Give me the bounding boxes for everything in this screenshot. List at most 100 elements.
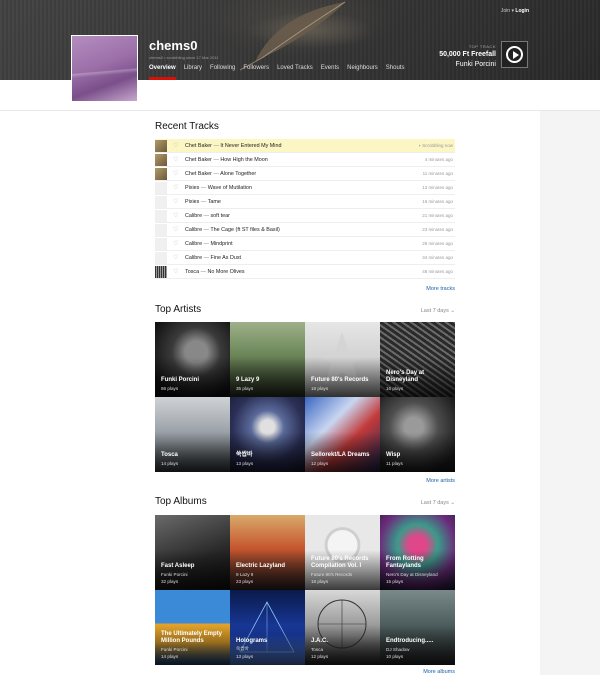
track-time: 48 minutes ago bbox=[422, 269, 453, 274]
album-artist: Tosca bbox=[311, 647, 323, 652]
track-art bbox=[155, 154, 167, 166]
album-title: Future 80's Records Compilation Vol. I bbox=[311, 556, 369, 569]
album-plays: 18 plays bbox=[311, 579, 329, 584]
top-track-label: TOP TRACK bbox=[468, 44, 496, 49]
top-albums-grid: Fast Asleep Funki Porcini 32 plays Elect… bbox=[155, 515, 455, 665]
track-name[interactable]: Pixies — Tame bbox=[185, 195, 221, 209]
artist-tile[interactable]: Tosca 14 plays bbox=[155, 397, 230, 472]
track-name[interactable]: Chet Baker — Alone Together bbox=[185, 167, 256, 181]
album-artist: 9 Lazy 9 bbox=[236, 572, 254, 577]
username[interactable]: chems0 bbox=[149, 38, 197, 53]
track-name[interactable]: Chet Baker — How High the Moon bbox=[185, 153, 268, 167]
artist-plays: 35 plays bbox=[236, 386, 254, 391]
album-title: From Rotting Fantaylands bbox=[386, 556, 424, 569]
more-artists-link[interactable]: More artists bbox=[426, 478, 455, 484]
tab-neighbours[interactable]: Neighbours bbox=[347, 65, 378, 71]
album-plays: 23 plays bbox=[236, 579, 254, 584]
track-row[interactable]: ♡ Tosca — No More Olives 48 minutes ago bbox=[155, 265, 455, 279]
tab-following[interactable]: Following bbox=[210, 65, 235, 71]
track-name[interactable]: Chet Baker — It Never Entered My Mind bbox=[185, 139, 281, 153]
track-row[interactable]: ♡ Chet Baker — Alone Together 11 minutes… bbox=[155, 167, 455, 181]
album-plays: 32 plays bbox=[161, 579, 179, 584]
albums-period-select[interactable]: Last 7 days ⌄ bbox=[421, 500, 455, 506]
heart-icon[interactable]: ♡ bbox=[173, 181, 178, 195]
heart-icon[interactable]: ♡ bbox=[173, 223, 178, 237]
artist-plays: 14 plays bbox=[161, 461, 179, 466]
album-tile[interactable]: Future 80's Records Compilation Vol. I F… bbox=[305, 515, 380, 590]
album-tile[interactable]: Endtroducing..... DJ Shadow 10 plays bbox=[380, 590, 455, 665]
chevron-down-icon: ⌄ bbox=[450, 308, 455, 314]
track-time: 21 minutes ago bbox=[422, 213, 453, 218]
track-row[interactable]: ♡ Calibre — The Cage (ft ST files & Basi… bbox=[155, 223, 455, 237]
track-row[interactable]: ♡ Chet Baker — How High the Moon 4 minut… bbox=[155, 153, 455, 167]
chevron-down-icon: ⌄ bbox=[450, 500, 455, 506]
heart-icon[interactable]: ♡ bbox=[173, 195, 178, 209]
album-artist: Nero's Day at Disneyland bbox=[386, 572, 438, 577]
artists-period-select[interactable]: Last 7 days ⌄ bbox=[421, 308, 455, 314]
album-tile[interactable]: Fast Asleep Funki Porcini 32 plays bbox=[155, 515, 230, 590]
header-divider bbox=[0, 110, 600, 111]
track-name[interactable]: Pixies — Wave of Mutilation bbox=[185, 181, 252, 195]
album-tile[interactable]: Electric Lazyland 9 Lazy 9 23 plays bbox=[230, 515, 305, 590]
artist-tile[interactable]: Sellorekt/LA Dreams 12 plays bbox=[305, 397, 380, 472]
track-row[interactable]: ♡ Calibre — Mindprint 29 minutes ago bbox=[155, 237, 455, 251]
track-row[interactable]: ♡ Chet Baker — It Never Entered My Mind … bbox=[155, 139, 455, 153]
join-link[interactable]: Join bbox=[501, 8, 510, 14]
album-tile[interactable]: Holograms 쑥쌉바 13 plays bbox=[230, 590, 305, 665]
artist-plays: 11 plays bbox=[386, 461, 403, 466]
heart-icon[interactable]: ♡ bbox=[173, 153, 178, 167]
tab-library[interactable]: Library bbox=[184, 65, 202, 71]
artist-tile[interactable]: 9 Lazy 9 35 plays bbox=[230, 322, 305, 397]
artist-name: Nero's Day at Disneyland bbox=[386, 370, 425, 383]
track-name[interactable]: Calibre — Mindprint bbox=[185, 237, 233, 251]
track-name[interactable]: Calibre — Fine As Dust bbox=[185, 251, 241, 265]
avatar[interactable] bbox=[71, 35, 138, 102]
tab-shouts[interactable]: Shouts bbox=[386, 65, 405, 71]
track-name[interactable]: Calibre — The Cage (ft ST files & Basil) bbox=[185, 223, 280, 237]
tab-overview[interactable]: Overview bbox=[149, 65, 176, 71]
top-links: Join ▾ Login bbox=[501, 8, 529, 14]
more-albums-link[interactable]: More albums bbox=[423, 669, 455, 675]
album-title: Fast Asleep bbox=[161, 563, 195, 569]
album-tile[interactable]: The Ultimately Empty Million Pounds Funk… bbox=[155, 590, 230, 665]
track-art bbox=[155, 182, 167, 194]
track-row[interactable]: ♡ Pixies — Wave of Mutilation 13 minutes… bbox=[155, 181, 455, 195]
track-row[interactable]: ♡ Pixies — Tame 16 minutes ago bbox=[155, 195, 455, 209]
track-row[interactable]: ♡ Calibre — soft tear 21 minutes ago bbox=[155, 209, 455, 223]
tab-followers[interactable]: Followers bbox=[243, 65, 269, 71]
more-tracks-link[interactable]: More tracks bbox=[426, 286, 455, 292]
top-track-artist[interactable]: Funki Porcini bbox=[456, 61, 496, 68]
artist-name: Wisp bbox=[386, 452, 401, 458]
artist-tile[interactable]: Funki Porcini 86 plays bbox=[155, 322, 230, 397]
artist-tile[interactable]: 쑥쌉바 13 plays bbox=[230, 397, 305, 472]
album-title: Endtroducing..... bbox=[386, 638, 434, 644]
top-track-play-button[interactable] bbox=[501, 41, 528, 68]
heart-icon[interactable]: ♡ bbox=[173, 251, 178, 265]
track-art bbox=[155, 140, 167, 152]
track-name[interactable]: Calibre — soft tear bbox=[185, 209, 230, 223]
track-name[interactable]: Tosca — No More Olives bbox=[185, 265, 245, 279]
scrobbling-since: chems0 • scrobbling since 17 Mar 2011 bbox=[149, 55, 219, 60]
heart-icon[interactable]: ♡ bbox=[173, 265, 178, 279]
top-track-title[interactable]: 50,000 Ft Freefall bbox=[439, 51, 496, 58]
profile-nav: Overview Library Following Followers Lov… bbox=[149, 65, 412, 71]
tab-events[interactable]: Events bbox=[321, 65, 339, 71]
track-art bbox=[155, 196, 167, 208]
heart-icon[interactable]: ♡ bbox=[173, 167, 178, 181]
heart-icon[interactable]: ♡ bbox=[173, 139, 178, 153]
track-row[interactable]: ♡ Calibre — Fine As Dust 34 minutes ago bbox=[155, 251, 455, 265]
artist-tile[interactable]: Wisp 11 plays bbox=[380, 397, 455, 472]
artist-plays: 16 plays bbox=[386, 386, 404, 391]
tab-loved-tracks[interactable]: Loved Tracks bbox=[277, 65, 313, 71]
track-art bbox=[155, 266, 167, 278]
artist-tile[interactable]: Future 80's Records 18 plays bbox=[305, 322, 380, 397]
album-tile[interactable]: J.A.C. Tosca 12 plays bbox=[305, 590, 380, 665]
album-artist: Funki Porcini bbox=[161, 647, 188, 652]
login-link[interactable]: Login bbox=[515, 8, 529, 14]
artist-tile[interactable]: Nero's Day at Disneyland 16 plays bbox=[380, 322, 455, 397]
album-artist: 쑥쌉바 bbox=[236, 646, 249, 651]
track-time: 34 minutes ago bbox=[422, 255, 453, 260]
heart-icon[interactable]: ♡ bbox=[173, 237, 178, 251]
heart-icon[interactable]: ♡ bbox=[173, 209, 178, 223]
album-tile[interactable]: From Rotting Fantaylands Nero's Day at D… bbox=[380, 515, 455, 590]
